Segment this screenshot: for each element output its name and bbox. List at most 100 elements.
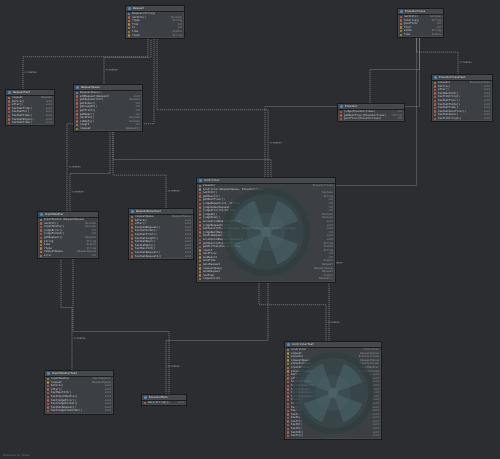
method-icon bbox=[47, 409, 50, 413]
method-icon bbox=[144, 401, 147, 404]
class-title: InputHandlerTest bbox=[52, 371, 77, 375]
class-title: ElevatorMain bbox=[149, 395, 168, 399]
class-node-controller[interactable]: Controller elevator ElevatorClass Controlle… bbox=[196, 177, 336, 283]
method-row[interactable]: testJudgeTimeOrder() void bbox=[45, 409, 113, 413]
method-row[interactable]: testGetTime() void bbox=[6, 121, 54, 125]
class-node-elevator[interactable]: Elevator judge(ElevatorClass) int getNextFl… bbox=[337, 103, 405, 123]
method-icon bbox=[340, 117, 343, 121]
method-icon bbox=[8, 121, 11, 125]
class-node-elevator-main[interactable]: ElevatorMain main(String[]) void bbox=[141, 394, 187, 407]
class-title: Controller bbox=[204, 178, 220, 182]
method-row[interactable]: goalFloor(ElevatorClass) int bbox=[338, 117, 404, 121]
class-icon bbox=[199, 179, 202, 182]
class-title: RequestQueueTest bbox=[136, 209, 161, 213]
edge-label: «create» bbox=[168, 364, 181, 368]
method-icon bbox=[287, 434, 290, 438]
edge-label: «create» bbox=[69, 164, 82, 168]
class-icon bbox=[8, 91, 11, 94]
class-node-request-queue-test[interactable]: RequestQueueTest requestQueue RequestQueue… bbox=[128, 208, 194, 260]
class-icon bbox=[128, 7, 131, 10]
field-icon bbox=[400, 33, 403, 36]
member-type: void bbox=[483, 116, 490, 120]
field-row[interactable]: requestList Request[] bbox=[197, 277, 335, 281]
field-row[interactable]: error int bbox=[38, 254, 98, 258]
member-type: void bbox=[45, 121, 52, 125]
member-name: testGetTime() bbox=[11, 121, 33, 125]
class-node-input-handler[interactable]: InputHandler InputHandler(RequestQueue) ne… bbox=[37, 211, 99, 260]
edge-label: «create» bbox=[328, 320, 341, 324]
member-name: test11() bbox=[290, 434, 304, 438]
class-title: ElevatorClass bbox=[405, 9, 426, 13]
edge-label: «create» bbox=[74, 336, 87, 340]
class-node-elevator-class-test[interactable]: ElevatorClassTest elevator ElevatorClass be… bbox=[431, 74, 493, 123]
dependency-edge bbox=[416, 36, 459, 74]
member-type: int bbox=[397, 117, 402, 121]
dependency-edge bbox=[112, 130, 272, 177]
member-type: Request[] bbox=[318, 277, 333, 281]
edge-label: «create» bbox=[270, 140, 283, 144]
class-title: ControllerTest bbox=[292, 342, 314, 346]
watermark: Powered by yFiles bbox=[3, 453, 30, 457]
edge-label: «create» bbox=[106, 68, 119, 72]
class-icon bbox=[131, 210, 134, 213]
member-type: int bbox=[91, 253, 96, 257]
class-icon bbox=[340, 105, 343, 108]
class-title: ElevatorClassTest bbox=[439, 75, 466, 79]
dependency-edge bbox=[22, 36, 149, 89]
class-title: InputHandler bbox=[45, 212, 64, 216]
member-name: request bbox=[79, 126, 91, 130]
method-row[interactable]: main(String[]) void bbox=[142, 401, 186, 405]
class-icon bbox=[47, 372, 50, 375]
member-name: rtype bbox=[131, 33, 140, 37]
dependency-edge bbox=[156, 36, 269, 177]
field-icon bbox=[128, 34, 131, 37]
member-name: error bbox=[43, 253, 52, 257]
dependency-edge bbox=[165, 280, 269, 394]
edge-label: «create» bbox=[168, 189, 181, 193]
edge-label: «create» bbox=[460, 60, 473, 64]
member-name: main(String[]) bbox=[147, 401, 170, 404]
member-type: void bbox=[104, 409, 111, 413]
class-icon bbox=[144, 396, 147, 399]
class-node-request-test[interactable]: RequestTest request Request before() void aft… bbox=[5, 89, 55, 127]
dependency-edge bbox=[103, 36, 152, 84]
class-icon bbox=[40, 213, 43, 216]
dependency-edge bbox=[369, 36, 420, 103]
dependency-edge bbox=[328, 36, 417, 341]
class-title: RequestQueue bbox=[81, 85, 100, 89]
field-row[interactable]: request Request[] bbox=[74, 127, 142, 131]
member-type: double bbox=[431, 32, 441, 36]
class-title: RequestTest bbox=[13, 90, 31, 94]
method-row[interactable]: testGetRequest1() void bbox=[129, 255, 193, 259]
class-node-request-queue[interactable]: RequestQueue RequestQueue() addRequest(Req… bbox=[73, 84, 143, 133]
class-node-input-handler-test[interactable]: InputHandlerTest inputHandler InputHandler… bbox=[44, 370, 114, 415]
dependency-edge bbox=[258, 280, 327, 341]
dependency-edge bbox=[112, 130, 167, 208]
class-node-request[interactable]: Request Request(String) nextInt() boolean rt… bbox=[125, 5, 185, 39]
field-row[interactable]: rtype String bbox=[126, 34, 184, 38]
field-icon bbox=[199, 278, 202, 281]
dependency-edge bbox=[69, 130, 111, 211]
field-icon bbox=[40, 254, 43, 257]
class-icon bbox=[400, 10, 403, 13]
class-icon bbox=[76, 86, 79, 89]
member-name: requestList bbox=[202, 277, 221, 281]
edge-label: «create» bbox=[72, 189, 85, 193]
method-icon bbox=[434, 117, 437, 120]
field-icon bbox=[76, 127, 79, 130]
member-type: String bbox=[172, 33, 182, 37]
member-name: testGetRequest1() bbox=[134, 254, 162, 258]
field-row[interactable]: time double bbox=[398, 33, 443, 37]
class-icon bbox=[434, 76, 437, 79]
method-row[interactable]: testToString1() void bbox=[432, 117, 492, 121]
class-node-controller-test[interactable]: ControllerTest controller Controller reques… bbox=[284, 341, 382, 440]
class-title: Elevator bbox=[345, 104, 358, 108]
edge-label: «create» bbox=[25, 70, 38, 74]
dependency-edge bbox=[60, 257, 73, 370]
method-icon bbox=[131, 255, 134, 258]
method-row[interactable]: test11() void bbox=[285, 434, 381, 438]
member-name: time bbox=[403, 32, 411, 36]
class-node-elevator-class[interactable]: ElevatorClass nextInt() boolean toString() S… bbox=[397, 8, 444, 39]
member-name: goalFloor(ElevatorClass) bbox=[343, 117, 382, 121]
member-name: testJudgeTimeOrder() bbox=[50, 409, 83, 413]
